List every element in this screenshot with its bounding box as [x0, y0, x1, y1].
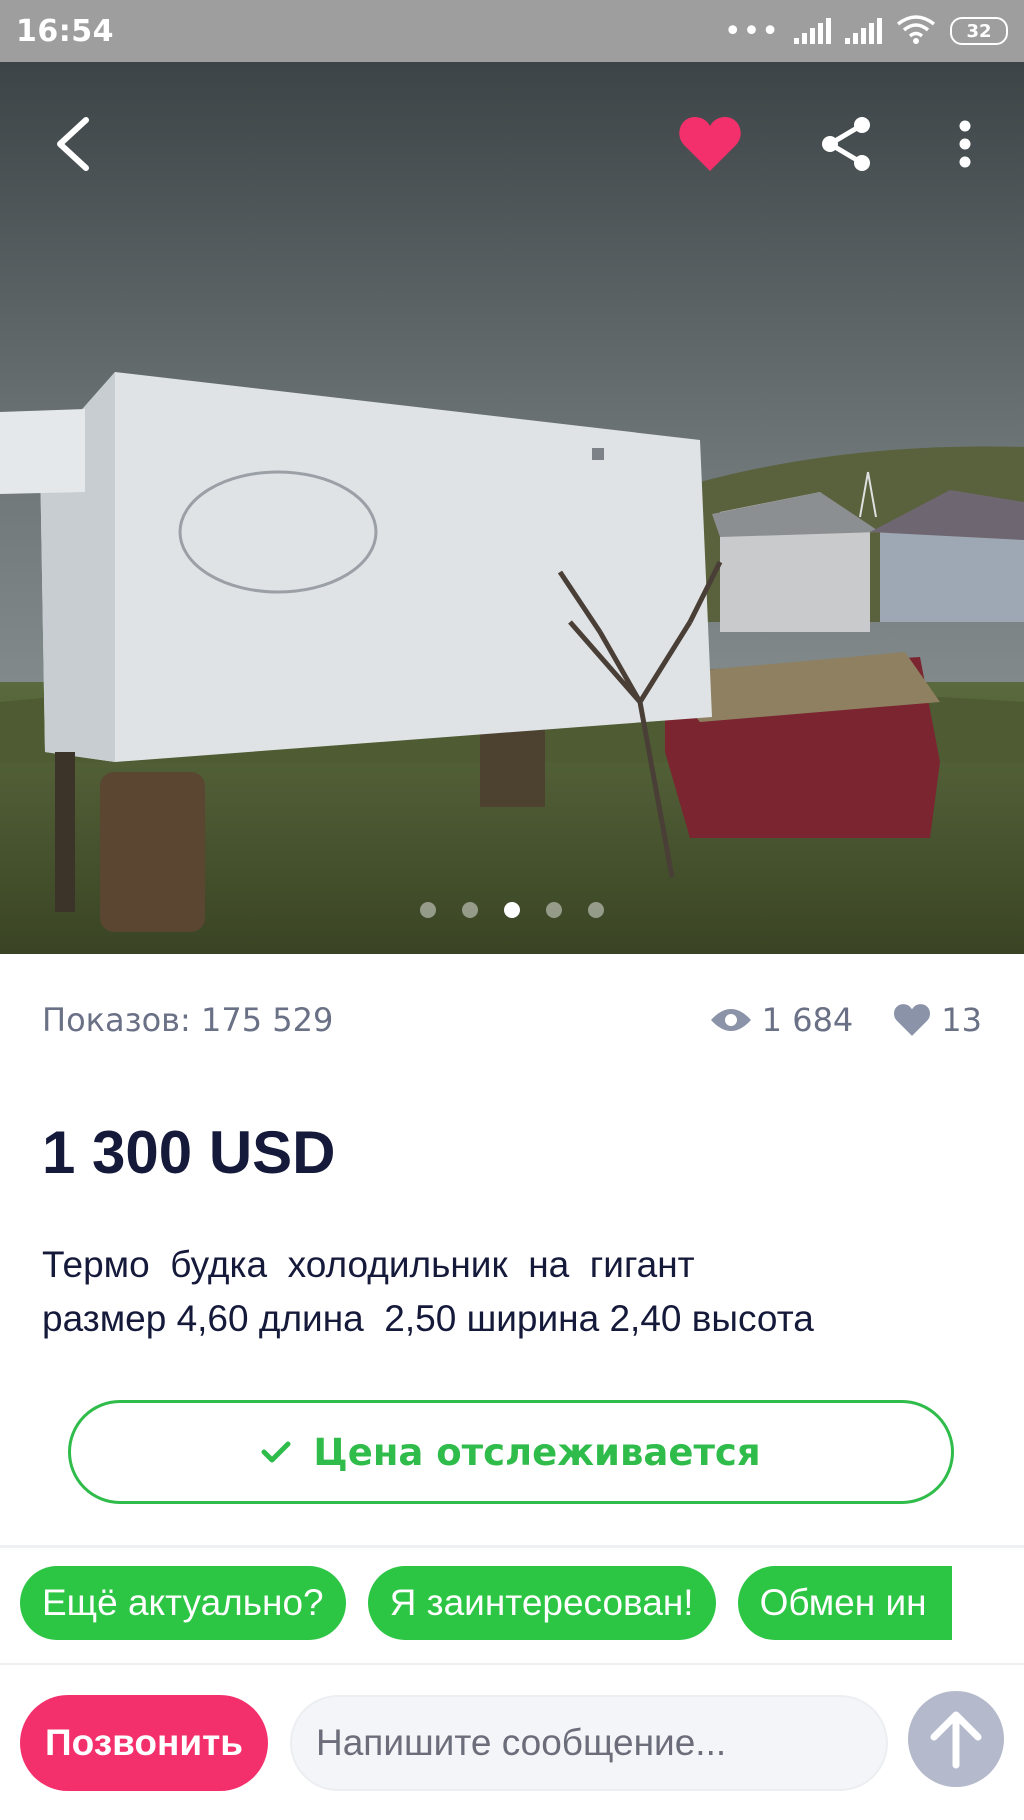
price-tracking-button[interactable]: Цена отслеживается	[68, 1400, 954, 1504]
heart-outline-icon	[894, 1004, 931, 1036]
battery-icon: 32	[950, 17, 1008, 45]
carousel-dot[interactable]	[462, 902, 478, 918]
quick-reply-exchange[interactable]: Обмен ин	[737, 1566, 952, 1640]
impressions-count: Показов: 175 529	[42, 1001, 334, 1039]
divider	[0, 1663, 1024, 1665]
description-line: Термо будка холодильник на гигант	[42, 1244, 695, 1285]
status-time: 16:54	[16, 13, 114, 49]
back-button[interactable]	[36, 106, 112, 182]
carousel-dot[interactable]	[420, 902, 436, 918]
likes-stat: 13	[893, 1001, 982, 1039]
signal-icon	[845, 18, 882, 44]
bottom-action-bar: Позвонить	[0, 1675, 1024, 1820]
quick-reply-interested[interactable]: Я заинтересован!	[367, 1566, 716, 1640]
share-button[interactable]	[804, 106, 888, 182]
more-dots-icon: •••	[723, 13, 780, 49]
views-stat: 1 684	[710, 1001, 854, 1039]
arrow-up-icon	[930, 1711, 982, 1769]
quick-reply-still-relevant[interactable]: Ещё актуально?	[20, 1566, 346, 1640]
eye-icon	[710, 1009, 751, 1031]
more-vertical-icon	[959, 120, 971, 168]
heart-icon	[679, 117, 741, 171]
listing-description: Термо будка холодильник на гигант размер…	[42, 1238, 1002, 1346]
check-icon	[261, 1441, 291, 1463]
listing-price: 1 300 USD	[42, 1119, 336, 1186]
likes-count: 13	[941, 1001, 982, 1039]
divider	[0, 1545, 1024, 1548]
listing-stats: Показов: 175 529 1 684 13	[0, 990, 1024, 1050]
more-menu-button[interactable]	[940, 106, 990, 182]
listing-photo	[0, 62, 1024, 954]
signal-icon	[794, 18, 831, 44]
carousel-dot[interactable]	[588, 902, 604, 918]
carousel-dot-active[interactable]	[504, 902, 520, 918]
photo-gallery[interactable]	[0, 62, 1024, 954]
status-bar: 16:54 ••• 32	[0, 0, 1024, 62]
message-input[interactable]	[290, 1695, 888, 1791]
chevron-left-icon	[57, 117, 89, 171]
carousel-indicator	[0, 902, 1024, 918]
views-count: 1 684	[761, 1001, 854, 1039]
price-tracking-label: Цена отслеживается	[313, 1430, 761, 1474]
wifi-icon	[896, 14, 936, 48]
favorite-button[interactable]	[668, 106, 752, 182]
share-icon	[822, 117, 870, 171]
call-button[interactable]: Позвонить	[20, 1695, 268, 1791]
description-line: размер 4,60 длина 2,50 ширина 2,40 высот…	[42, 1298, 814, 1339]
quick-replies: Ещё актуально? Я заинтересован! Обмен ин	[20, 1566, 952, 1642]
status-icons: ••• 32	[724, 14, 1008, 49]
send-button[interactable]	[908, 1691, 1004, 1787]
carousel-dot[interactable]	[546, 902, 562, 918]
